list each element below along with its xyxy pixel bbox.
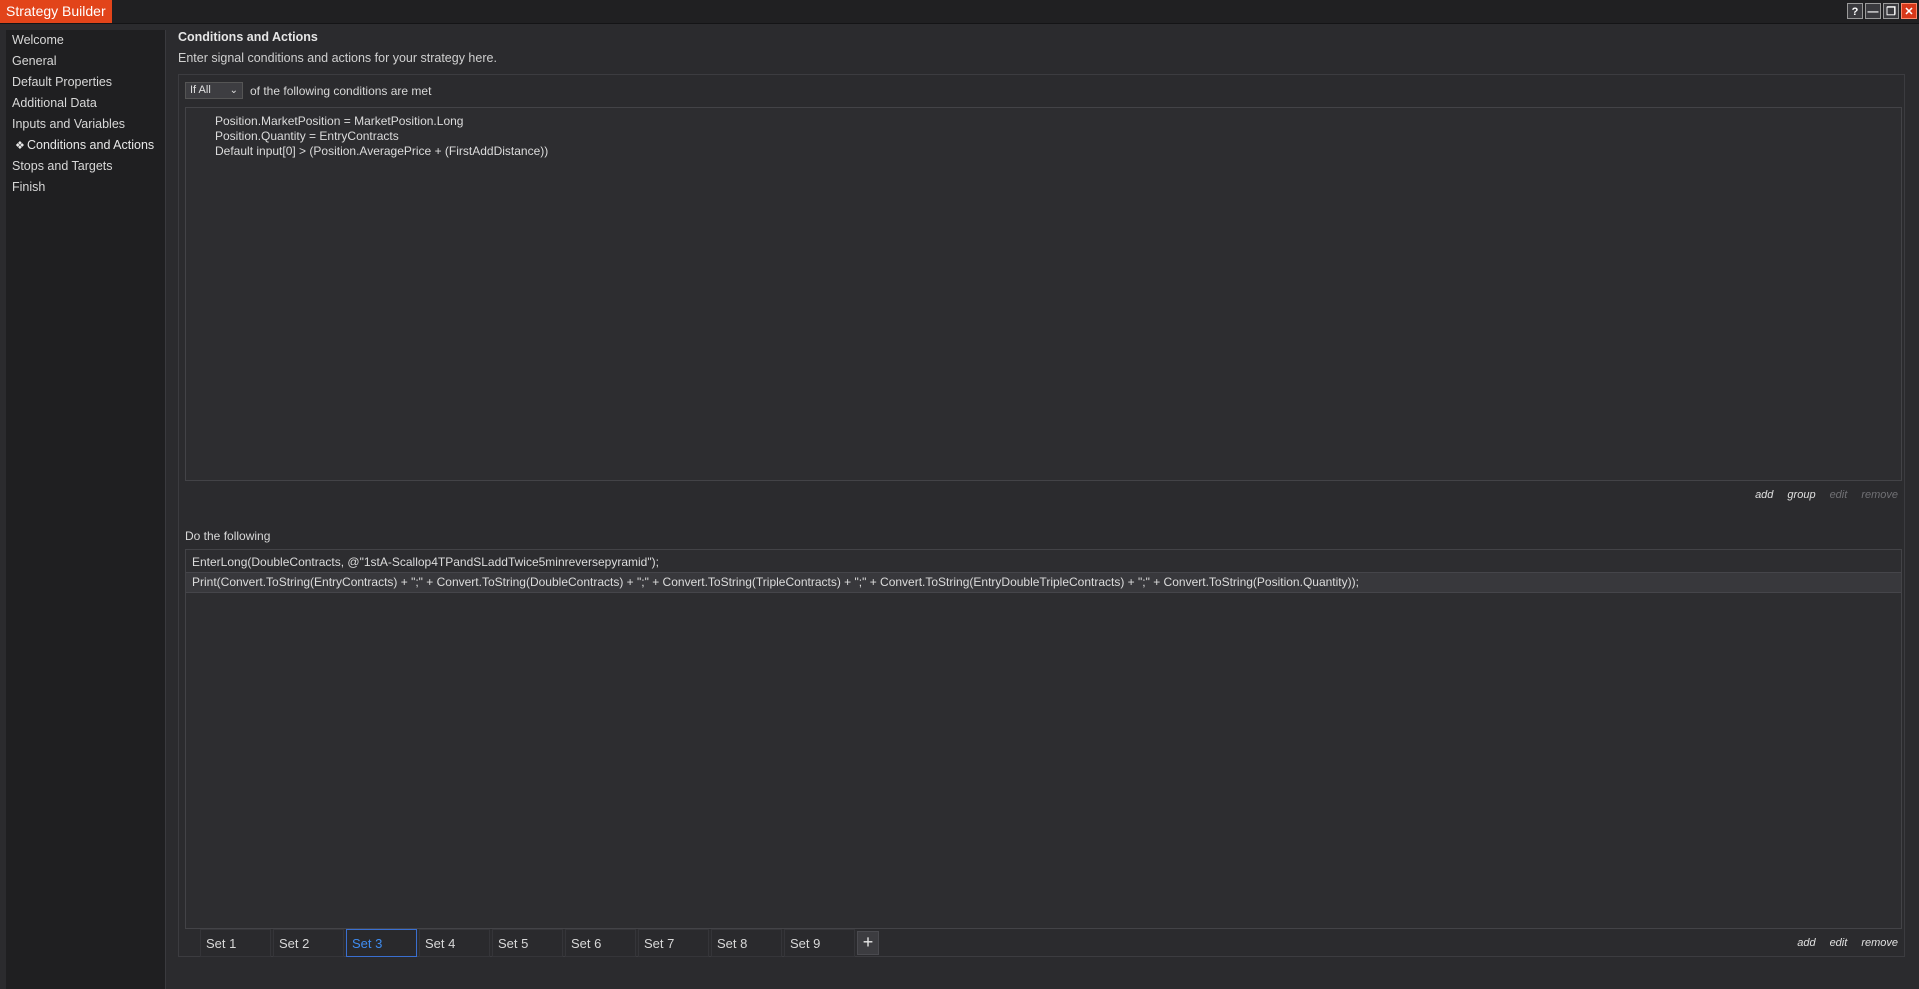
tab-set-7[interactable]: Set 7	[638, 929, 709, 957]
action-remove-link[interactable]: remove	[1861, 937, 1898, 949]
active-bullet-icon: ❖	[15, 140, 25, 152]
condition-item[interactable]: Position.MarketPosition = MarketPosition…	[186, 114, 1901, 129]
help-icon[interactable]: ?	[1847, 3, 1863, 19]
sidebar: Welcome General Default Properties Addit…	[6, 30, 166, 989]
sidebar-item-label: Additional Data	[12, 96, 97, 110]
page-subtitle: Enter signal conditions and actions for …	[178, 51, 497, 65]
tab-set-4[interactable]: Set 4	[419, 929, 490, 957]
condition-mode-value: If All	[190, 84, 211, 96]
tab-set-3[interactable]: Set 3	[346, 929, 417, 957]
sidebar-item-finish[interactable]: Finish	[6, 177, 165, 198]
chevron-down-icon: ⌄	[229, 85, 238, 96]
sidebar-item-conditions-and-actions[interactable]: ❖ Conditions and Actions	[6, 135, 165, 156]
condition-mode-select[interactable]: If All ⌄	[185, 82, 243, 99]
tab-set-2[interactable]: Set 2	[273, 929, 344, 957]
conditions-panel: If All ⌄ of the following conditions are…	[178, 74, 1905, 957]
sidebar-item-label: Stops and Targets	[12, 159, 113, 173]
sidebar-item-label: Conditions and Actions	[27, 138, 155, 152]
condition-item[interactable]: Default input[0] > (Position.AveragePric…	[186, 144, 1901, 159]
action-edit-link[interactable]: edit	[1830, 937, 1848, 949]
sidebar-item-label: Finish	[12, 180, 46, 194]
set-tabs: Set 1 Set 2 Set 3 Set 4 Set 5 Set 6 Set …	[200, 929, 879, 957]
condition-mode-row: If All ⌄ of the following conditions are…	[185, 82, 431, 99]
action-item[interactable]: EnterLong(DoubleContracts, @"1stA-Scallo…	[186, 553, 1901, 572]
sidebar-item-label: Inputs and Variables	[12, 117, 126, 131]
condition-add-link[interactable]: add	[1755, 489, 1773, 501]
conditions-list[interactable]: Position.MarketPosition = MarketPosition…	[185, 107, 1902, 481]
sidebar-item-default-properties[interactable]: Default Properties	[6, 72, 165, 93]
page-title: Conditions and Actions	[178, 30, 318, 44]
sidebar-item-inputs-and-variables[interactable]: Inputs and Variables	[6, 114, 165, 135]
main-content: Conditions and Actions Enter signal cond…	[178, 28, 1913, 989]
tab-set-5[interactable]: Set 5	[492, 929, 563, 957]
sidebar-item-stops-and-targets[interactable]: Stops and Targets	[6, 156, 165, 177]
condition-group-link[interactable]: group	[1787, 489, 1815, 501]
condition-item[interactable]: Position.Quantity = EntryContracts	[186, 129, 1901, 144]
tab-set-1[interactable]: Set 1	[200, 929, 271, 957]
action-actions: add edit remove	[1797, 937, 1898, 949]
action-item-selected[interactable]: Print(Convert.ToString(EntryContracts) +…	[186, 572, 1901, 593]
close-icon[interactable]: ✕	[1901, 3, 1917, 19]
actions-list[interactable]: EnterLong(DoubleContracts, @"1stA-Scallo…	[185, 549, 1902, 929]
condition-remove-link[interactable]: remove	[1861, 489, 1898, 501]
sidebar-item-label: Default Properties	[12, 75, 113, 89]
sidebar-item-additional-data[interactable]: Additional Data	[6, 93, 165, 114]
minimize-icon[interactable]: —	[1865, 3, 1881, 19]
condition-mode-label: of the following conditions are met	[250, 83, 432, 98]
tab-set-9[interactable]: Set 9	[784, 929, 855, 957]
condition-actions: add group edit remove	[1755, 489, 1898, 501]
sidebar-item-label: Welcome	[12, 33, 64, 47]
sidebar-item-label: General	[12, 54, 57, 68]
tab-set-8[interactable]: Set 8	[711, 929, 782, 957]
sidebar-item-welcome[interactable]: Welcome	[6, 30, 165, 51]
actions-label: Do the following	[185, 529, 271, 543]
title-bar: Strategy Builder ? — ❐ ✕	[0, 0, 1919, 24]
action-add-link[interactable]: add	[1797, 937, 1815, 949]
add-set-icon[interactable]: +	[857, 931, 879, 955]
tab-set-6[interactable]: Set 6	[565, 929, 636, 957]
condition-edit-link[interactable]: edit	[1830, 489, 1848, 501]
window-controls: ? — ❐ ✕	[1847, 3, 1917, 19]
restore-icon[interactable]: ❐	[1883, 3, 1899, 19]
app-title: Strategy Builder	[0, 0, 112, 23]
sidebar-item-general[interactable]: General	[6, 51, 165, 72]
